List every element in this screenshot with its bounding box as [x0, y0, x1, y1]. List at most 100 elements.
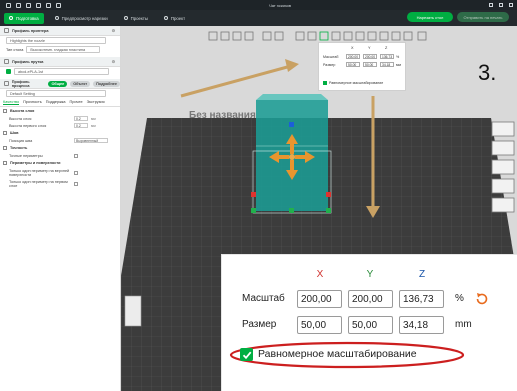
first-layer-one-wall-checkbox[interactable]: [74, 181, 78, 186]
tool-icon-3[interactable]: [491, 159, 515, 175]
layer-height-input[interactable]: 0.2: [74, 115, 88, 122]
scale-handle-z[interactable]: [289, 122, 294, 127]
filament-select[interactable]: abcd-ePLA-1st: [14, 68, 109, 75]
tool-icon-2[interactable]: [491, 140, 515, 156]
tool-icon-1[interactable]: [491, 121, 515, 137]
zoom-scale-label: Масштаб: [242, 293, 285, 304]
titlebar-toolbar: [0, 2, 61, 8]
prepare-icon: [9, 16, 13, 20]
section-title: Профиль принтера: [12, 28, 49, 33]
process-pill-object[interactable]: Объект: [70, 80, 91, 87]
group-title: Высота слоя: [10, 109, 35, 113]
scale-panel-zoom: X Y Z Масштаб 200,00 200,00 136,73 % Раз…: [221, 254, 517, 391]
uniform-scale-checkbox-small[interactable]: [323, 81, 327, 85]
filament-color-swatch[interactable]: [6, 69, 11, 74]
tab-projects[interactable]: Проекты: [119, 13, 153, 24]
tab-label: Проект: [170, 15, 186, 21]
uniform-scale-label: Равномерное масштабирование: [258, 348, 417, 360]
group-title: Периметры и поверхности: [10, 161, 61, 165]
printer-select[interactable]: Highlights the nozzle: [6, 37, 106, 44]
maximize-icon[interactable]: [499, 3, 503, 7]
zoom-scale-y-input[interactable]: 200,00: [348, 290, 393, 308]
seam-position-select[interactable]: Выровненный: [74, 137, 108, 144]
unit-label: мм: [91, 116, 96, 121]
subtab-extrusion[interactable]: Экструзия: [87, 100, 105, 104]
tab-project[interactable]: Проект: [159, 13, 190, 24]
group-walls-surfaces: Периметры и поверхности: [0, 159, 120, 167]
top-one-wall-checkbox[interactable]: [74, 170, 78, 175]
size-label: Размер: [323, 63, 336, 67]
slice-plate-button[interactable]: Нарезать стол: [407, 12, 453, 22]
param-label: Только один периметр на верхней поверхно…: [9, 168, 70, 177]
redo-icon[interactable]: [56, 2, 61, 8]
settings-icon[interactable]: ⚙: [112, 59, 115, 64]
scale-handle-corner[interactable]: [251, 208, 256, 213]
tab-label: Подготовка: [16, 15, 39, 21]
settings-icon[interactable]: ⚙: [112, 28, 115, 33]
axis-y-label: Y: [368, 46, 371, 50]
title-bar: Чат эскизов: [0, 0, 517, 10]
precision-icon: [3, 146, 7, 150]
size-z-input[interactable]: 34.18: [380, 62, 394, 67]
uniform-scale-checkbox[interactable]: [240, 348, 253, 361]
window-controls: [489, 3, 513, 7]
size-y-input[interactable]: 50.00: [363, 62, 377, 67]
zoom-size-z-input[interactable]: 34,18: [399, 316, 444, 334]
scale-z-input[interactable]: 136.73: [380, 54, 394, 59]
zoom-size-y-input[interactable]: 50,00: [348, 316, 393, 334]
subtab-quality[interactable]: Качество: [3, 100, 20, 105]
tab-label: Проекты: [130, 15, 148, 21]
param-label: Точные периметры: [9, 153, 43, 158]
uniform-scale-label-small: Равномерное масштабирование: [329, 81, 384, 85]
process-icon: [4, 81, 9, 86]
minimize-icon[interactable]: [489, 3, 493, 7]
zoom-axis-x: X: [316, 269, 324, 280]
zoom-scale-unit: %: [455, 293, 464, 304]
process-select[interactable]: Default Setting: [6, 90, 106, 97]
printer-select-row: Highlights the nozzle: [0, 36, 120, 45]
size-x-input[interactable]: 50.00: [346, 62, 360, 67]
open-project-icon[interactable]: [26, 2, 31, 8]
scale-x-input[interactable]: 200.00: [346, 54, 360, 59]
scale-mini-panel: X Y Z Масштаб 200.00 200.00 136.73 % Раз…: [318, 42, 406, 91]
plate-thumbnail[interactable]: [124, 295, 142, 327]
scale-unit: %: [396, 55, 400, 59]
close-icon[interactable]: [509, 3, 513, 7]
group-title: Точность: [10, 146, 28, 150]
tab-preview[interactable]: Предпросмотр нарезки: [50, 13, 113, 24]
zoom-size-x-input[interactable]: 50,00: [297, 316, 342, 334]
scale-handle-corner[interactable]: [326, 208, 331, 213]
param-top-one-wall: Только один периметр на верхней поверхно…: [0, 167, 78, 178]
scale-handle-x[interactable]: [326, 192, 331, 197]
process-pill-advanced[interactable]: Подробнее: [93, 80, 120, 87]
tab-label: Предпросмотр нарезки: [61, 15, 108, 21]
new-project-icon[interactable]: [16, 2, 21, 8]
scale-handle-y[interactable]: [289, 208, 294, 213]
subtab-other[interactable]: Прочее: [70, 100, 83, 104]
window-title: Чат эскизов: [269, 2, 291, 8]
printer-section-header[interactable]: Профиль принтера ⚙: [0, 26, 120, 36]
scale-handle-x[interactable]: [251, 192, 256, 197]
precise-walls-checkbox[interactable]: [74, 153, 78, 158]
plate-type-select[interactable]: Высокотемп. гладкая пластина: [26, 46, 101, 53]
save-icon[interactable]: [36, 2, 41, 8]
scale-y-input[interactable]: 200.00: [363, 54, 377, 59]
process-section-header[interactable]: Профиль процесса Общее Объект Подробнее: [0, 79, 120, 89]
reset-scale-icon[interactable]: [474, 291, 490, 307]
settings-sidebar: Профиль принтера ⚙ Highlights the nozzle…: [0, 26, 121, 391]
subtab-support[interactable]: Поддержка: [46, 100, 66, 104]
tool-icon-4[interactable]: [491, 178, 515, 194]
zoom-axis-z: Z: [418, 269, 426, 280]
process-pill-global[interactable]: Общее: [48, 80, 68, 87]
tab-prepare[interactable]: Подготовка: [4, 12, 44, 24]
send-print-button[interactable]: Отправить на печать: [457, 12, 509, 22]
zoom-scale-z-input[interactable]: 136,73: [399, 290, 444, 308]
zoom-scale-x-input[interactable]: 200,00: [297, 290, 342, 308]
plate-type-row: Тип стола Высокотемп. гладкая пластина: [0, 45, 120, 54]
tool-icon-5[interactable]: [491, 197, 515, 213]
subtab-strength[interactable]: Прочность: [23, 100, 42, 104]
filament-section-header[interactable]: Профиль прутка ⚙: [0, 57, 120, 67]
undo-icon[interactable]: [46, 2, 51, 8]
menu-icon[interactable]: [6, 2, 11, 8]
first-layer-height-input[interactable]: 0.2: [74, 122, 88, 129]
